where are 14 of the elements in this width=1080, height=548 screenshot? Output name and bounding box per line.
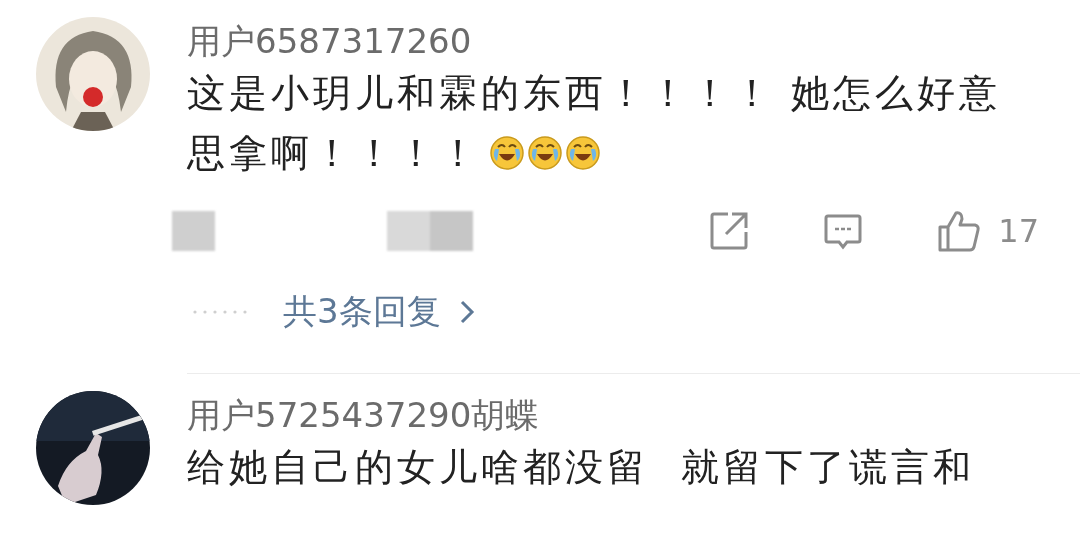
like-button[interactable]: 17	[936, 209, 1039, 253]
share-icon[interactable]	[708, 210, 751, 252]
comment-text: 思拿啊！！！！	[187, 130, 481, 177]
thumbs-up-icon	[936, 209, 983, 253]
replies-link[interactable]: 共3条回复	[283, 289, 475, 335]
laughing-crying-emoji-icon	[565, 135, 601, 171]
username[interactable]: 用户5725437290胡蝶	[187, 393, 540, 437]
redaction-block	[172, 211, 215, 251]
laughing-crying-emoji-icon	[527, 135, 563, 171]
chevron-right-icon	[458, 299, 475, 325]
username[interactable]: 用户6587317260	[187, 19, 472, 63]
comment-text: 给她自己的女儿啥都没留 就留下了谎言和	[187, 444, 976, 491]
laughing-crying-emoji-icon	[489, 135, 525, 171]
comment-text: 这是小玥儿和霖的东西！！！！ 她怎么好意	[187, 70, 1002, 117]
